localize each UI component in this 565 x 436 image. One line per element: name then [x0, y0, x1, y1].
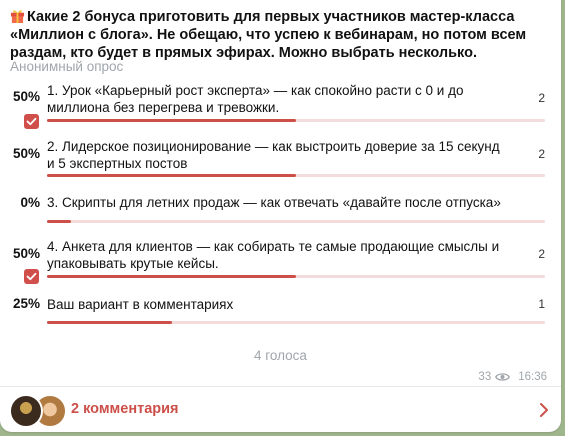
poll-option-text: Ваш вариант в комментариях	[47, 297, 234, 312]
poll-option-text: 1. Урок «Карьерный рост эксперта» — как …	[47, 83, 464, 115]
poll-option[interactable]: 50% 4. Анкета для клиентов — как собират…	[0, 237, 561, 284]
gift-icon	[10, 10, 25, 23]
chosen-check-icon	[24, 269, 39, 284]
avatar	[9, 394, 43, 428]
eye-icon	[495, 373, 511, 381]
poll-type-label: Анонимный опрос	[10, 59, 124, 74]
poll-option-text: 2. Лидерское позиционирование — как выст…	[47, 139, 500, 171]
message-time: 16:36	[518, 371, 547, 383]
poll-option-bar-track	[47, 220, 545, 223]
chosen-check-icon	[24, 114, 39, 129]
poll-option-bar-fill	[47, 220, 71, 223]
poll-question: Какие 2 бонуса приготовить для первых уч…	[10, 8, 540, 62]
comments-button[interactable]: 2 комментария	[0, 387, 561, 432]
poll-option-text: 3. Скрипты для летних продаж — как отвеч…	[47, 195, 501, 210]
poll-option[interactable]: 0% 3. Скрипты для летних продаж — как от…	[0, 193, 561, 225]
poll-option-votes: 2	[538, 91, 545, 105]
poll-option[interactable]: 25% Ваш вариант в комментариях 1	[0, 295, 561, 327]
poll-option-percent: 25%	[12, 296, 40, 311]
poll-option-bar-fill	[47, 321, 172, 324]
poll-option-percent: 0%	[20, 195, 40, 210]
poll-option-bar-fill	[47, 119, 296, 122]
poll-option-text: 4. Анкета для клиентов — как собирать те…	[47, 239, 500, 271]
poll-option-votes: 1	[538, 297, 545, 311]
poll-option-bar-fill	[47, 275, 296, 278]
poll-option-bar-track	[47, 321, 545, 324]
poll-option-percent: 50%	[12, 146, 40, 161]
poll-option-votes: 2	[538, 147, 545, 161]
message-meta: 33 16:36	[478, 371, 547, 383]
poll-message: Какие 2 бонуса приготовить для первых уч…	[0, 0, 561, 432]
views-count: 33	[478, 371, 492, 383]
comments-label: 2 комментария	[71, 401, 179, 417]
poll-option-percent: 50%	[12, 246, 40, 261]
poll-option-percent: 50%	[12, 89, 40, 104]
chevron-right-icon	[540, 403, 548, 417]
poll-total-votes[interactable]: 4 голоса	[0, 348, 561, 363]
poll-option-votes: 2	[538, 247, 545, 261]
poll-option[interactable]: 50% 1. Урок «Карьерный рост эксперта» — …	[0, 83, 561, 129]
poll-option-bar-track	[47, 119, 545, 122]
poll-option-bar-track	[47, 275, 545, 278]
poll-option[interactable]: 50% 2. Лидерское позиционирование — как …	[0, 138, 561, 182]
poll-option-bar-track	[47, 174, 545, 177]
poll-option-bar-fill	[47, 174, 296, 177]
poll-question-text: Какие 2 бонуса приготовить для первых уч…	[10, 9, 527, 61]
